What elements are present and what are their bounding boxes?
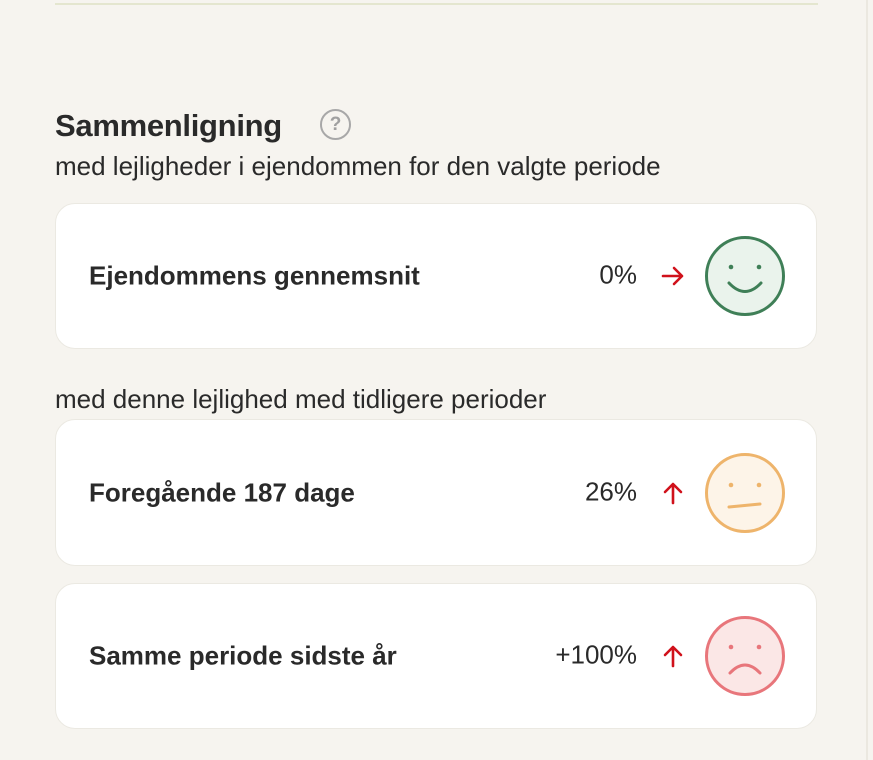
- panel-right-border: [866, 0, 868, 760]
- happy-face-icon: [705, 236, 785, 316]
- help-icon[interactable]: ?: [320, 109, 351, 140]
- arrow-up-icon: [663, 482, 683, 504]
- card-label: Samme periode sidste år: [89, 640, 397, 671]
- card-percentage: +100%: [555, 639, 637, 670]
- card-label: Ejendommens gennemsnit: [89, 260, 420, 291]
- arrow-right-icon: [661, 266, 684, 286]
- comparison-card-same-period-last-year: Samme periode sidste år +100%: [55, 583, 817, 729]
- card-label: Foregående 187 dage: [89, 477, 355, 507]
- comparison-card-previous-period: Foregående 187 dage 26%: [55, 419, 817, 566]
- comparison-card-property-average: Ejendommens gennemsnit 0%: [55, 203, 817, 349]
- card-percentage: 26%: [584, 475, 637, 506]
- arrow-up-icon: [663, 645, 683, 668]
- card-percentage: 0%: [599, 259, 637, 290]
- section-title: Sammenligning: [55, 108, 282, 143]
- sad-face-icon: [705, 616, 785, 696]
- neutral-face-icon: [705, 452, 785, 533]
- subtitle-history-comparison: med denne lejlighed med tidligere period…: [55, 384, 547, 414]
- subtitle-property-comparison: med lejligheder i ejendommen for den val…: [55, 151, 661, 181]
- section-divider: [55, 3, 818, 5]
